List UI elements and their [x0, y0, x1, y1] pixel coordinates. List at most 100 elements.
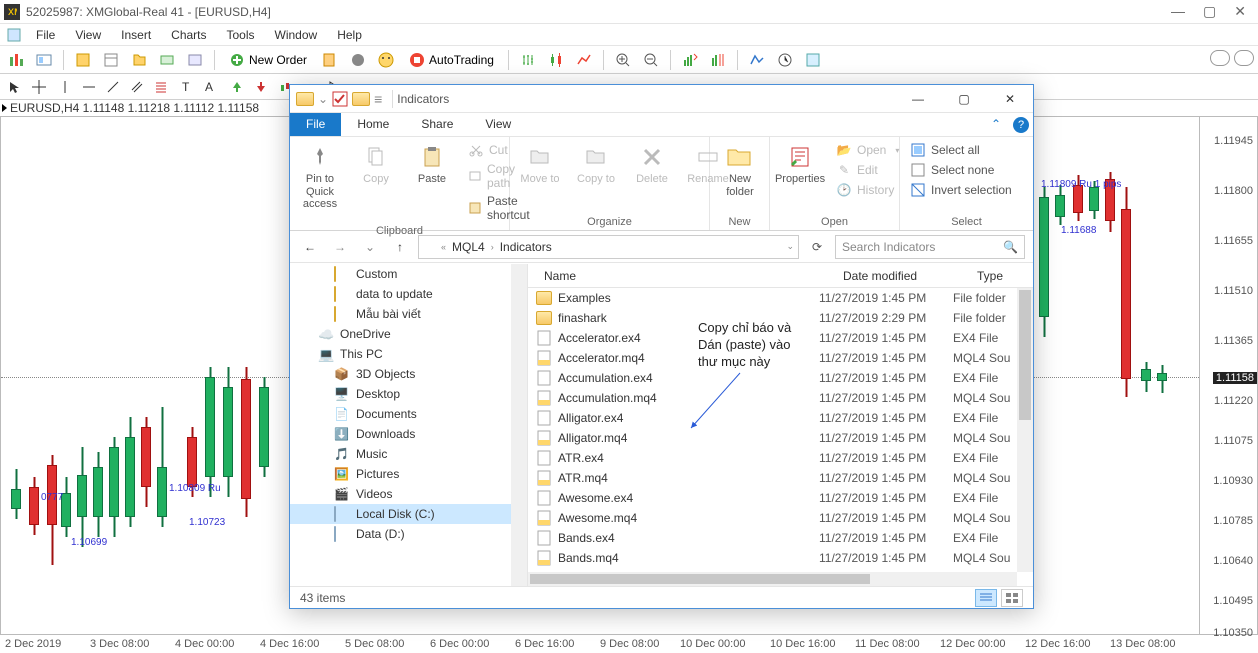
- nav-forward-button[interactable]: →: [328, 235, 352, 259]
- tree-item[interactable]: 🎵Music: [290, 444, 527, 464]
- tb-indicators-icon[interactable]: [745, 48, 769, 72]
- tb-metaeditor-icon[interactable]: [318, 48, 342, 72]
- menu-help[interactable]: Help: [327, 26, 372, 44]
- horizontal-scrollbar[interactable]: [528, 572, 1017, 586]
- tb-new-chart-icon[interactable]: [4, 48, 28, 72]
- tb-market-watch-icon[interactable]: [71, 48, 95, 72]
- tb-profiles-icon[interactable]: [32, 48, 56, 72]
- search-input[interactable]: Search Indicators 🔍: [835, 235, 1025, 259]
- tree-item[interactable]: data to update: [290, 284, 527, 304]
- ribbon-tab-share[interactable]: Share: [405, 113, 469, 136]
- properties-button[interactable]: Properties: [776, 141, 824, 188]
- file-row[interactable]: Awesome.ex411/27/2019 1:45 PMEX4 File: [528, 488, 1017, 508]
- file-row[interactable]: Alligator.mq411/27/2019 1:45 PMMQL4 Sou: [528, 428, 1017, 448]
- breadcrumb-dropdown-icon[interactable]: ⌄: [786, 241, 794, 252]
- col-date[interactable]: Date modified: [835, 269, 969, 283]
- arrowup-icon[interactable]: [226, 76, 248, 98]
- autotrading-button[interactable]: AutoTrading: [402, 48, 501, 72]
- nav-back-button[interactable]: ←: [298, 235, 322, 259]
- crosshair-icon[interactable]: [28, 76, 50, 98]
- file-row[interactable]: Accumulation.mq411/27/2019 1:45 PMMQL4 S…: [528, 388, 1017, 408]
- file-row[interactable]: Bands.ex411/27/2019 1:45 PMEX4 File: [528, 528, 1017, 548]
- chat-bubbles-icon[interactable]: [1210, 50, 1254, 66]
- text-icon[interactable]: T: [176, 76, 198, 98]
- menu-box-icon[interactable]: [6, 27, 22, 43]
- explorer-titlebar[interactable]: ⌄ ≡ Indicators — ▢ ✕: [290, 85, 1033, 113]
- qat-dropdown-icon[interactable]: ⌄: [318, 92, 328, 106]
- view-large-button[interactable]: [1001, 589, 1023, 607]
- tree-item[interactable]: 🎬Videos: [290, 484, 527, 504]
- tb-autoscroll-icon[interactable]: [678, 48, 702, 72]
- tree-item[interactable]: 🖥️Desktop: [290, 384, 527, 404]
- explorer-minimize-button[interactable]: —: [895, 85, 941, 113]
- file-row[interactable]: Bands.mq411/27/2019 1:45 PMMQL4 Sou: [528, 548, 1017, 568]
- col-name[interactable]: Name: [536, 269, 835, 283]
- file-row[interactable]: Alligator.ex411/27/2019 1:45 PMEX4 File: [528, 408, 1017, 428]
- tb-zoom-in-icon[interactable]: [611, 48, 635, 72]
- menu-tools[interactable]: Tools: [217, 26, 265, 44]
- tree-item[interactable]: 🖼️Pictures: [290, 464, 527, 484]
- col-type[interactable]: Type: [969, 269, 1033, 283]
- file-row[interactable]: Examples11/27/2019 1:45 PMFile folder: [528, 288, 1017, 308]
- tree-item[interactable]: 📦3D Objects: [290, 364, 527, 384]
- tb-zoom-out-icon[interactable]: [639, 48, 663, 72]
- select-all-button[interactable]: Select all: [906, 141, 1016, 159]
- tb-shift-icon[interactable]: [706, 48, 730, 72]
- menu-file[interactable]: File: [26, 26, 65, 44]
- new-order-button[interactable]: New Order: [222, 48, 314, 72]
- explorer-close-button[interactable]: ✕: [987, 85, 1033, 113]
- view-details-button[interactable]: [975, 589, 997, 607]
- tb-strategy-tester-icon[interactable]: [183, 48, 207, 72]
- tb-data-window-icon[interactable]: [99, 48, 123, 72]
- nav-recent-button[interactable]: ⌄: [358, 235, 382, 259]
- move-to-button[interactable]: Move to: [516, 141, 564, 188]
- tree-item[interactable]: Custom: [290, 264, 527, 284]
- tb-bars-icon[interactable]: [516, 48, 540, 72]
- ribbon-tab-home[interactable]: Home: [341, 113, 405, 136]
- close-button[interactable]: ✕: [1234, 3, 1246, 20]
- ribbon-tab-view[interactable]: View: [469, 113, 527, 136]
- tree-item[interactable]: Data (D:): [290, 524, 527, 544]
- tb-line-icon[interactable]: [572, 48, 596, 72]
- label-icon[interactable]: A: [200, 76, 222, 98]
- tb-options-icon[interactable]: [346, 48, 370, 72]
- vertical-scrollbar[interactable]: [1017, 288, 1033, 572]
- hline-icon[interactable]: [78, 76, 100, 98]
- copy-to-button[interactable]: Copy to: [572, 141, 620, 188]
- breadcrumb-mql4[interactable]: MQL4: [450, 240, 487, 254]
- tb-templates-icon[interactable]: [801, 48, 825, 72]
- refresh-button[interactable]: ⟳: [805, 235, 829, 259]
- breadcrumb-bar[interactable]: « MQL4 › Indicators ⌄: [418, 235, 799, 259]
- tree-item[interactable]: 💻This PC: [290, 344, 527, 364]
- delete-button[interactable]: Delete: [628, 141, 676, 188]
- tb-expert-icon[interactable]: [374, 48, 398, 72]
- collapse-ribbon-icon[interactable]: ⌃: [983, 113, 1009, 136]
- arrowdown-icon[interactable]: [250, 76, 272, 98]
- file-row[interactable]: Awesome.mq411/27/2019 1:45 PMMQL4 Sou: [528, 508, 1017, 528]
- edit-button[interactable]: ✎Edit: [832, 161, 903, 179]
- file-row[interactable]: Accumulation.ex411/27/2019 1:45 PMEX4 Fi…: [528, 368, 1017, 388]
- tree-item[interactable]: Local Disk (C:): [290, 504, 527, 524]
- new-folder-button[interactable]: New folder: [716, 141, 764, 200]
- select-none-button[interactable]: Select none: [906, 161, 1016, 179]
- fibo-icon[interactable]: [150, 76, 172, 98]
- minimize-button[interactable]: —: [1171, 3, 1185, 20]
- tree-item[interactable]: ⬇️Downloads: [290, 424, 527, 444]
- nav-up-button[interactable]: ↑: [388, 235, 412, 259]
- tb-candles-icon[interactable]: [544, 48, 568, 72]
- vline-icon[interactable]: [54, 76, 76, 98]
- channel-icon[interactable]: [126, 76, 148, 98]
- trendline-icon[interactable]: [102, 76, 124, 98]
- pin-quick-access-button[interactable]: Pin to Quick access: [296, 141, 344, 213]
- copy-button[interactable]: Copy: [352, 141, 400, 188]
- tree-item[interactable]: Mẫu bài viết: [290, 304, 527, 324]
- help-button[interactable]: ?: [1009, 113, 1033, 136]
- invert-selection-button[interactable]: Invert selection: [906, 181, 1016, 199]
- open-button[interactable]: 📂Open▾: [832, 141, 903, 159]
- tree-item[interactable]: 📄Documents: [290, 404, 527, 424]
- menu-view[interactable]: View: [65, 26, 111, 44]
- menu-insert[interactable]: Insert: [111, 26, 161, 44]
- tb-navigator-icon[interactable]: [127, 48, 151, 72]
- tree-scrollbar[interactable]: [511, 264, 527, 586]
- menu-charts[interactable]: Charts: [161, 26, 216, 44]
